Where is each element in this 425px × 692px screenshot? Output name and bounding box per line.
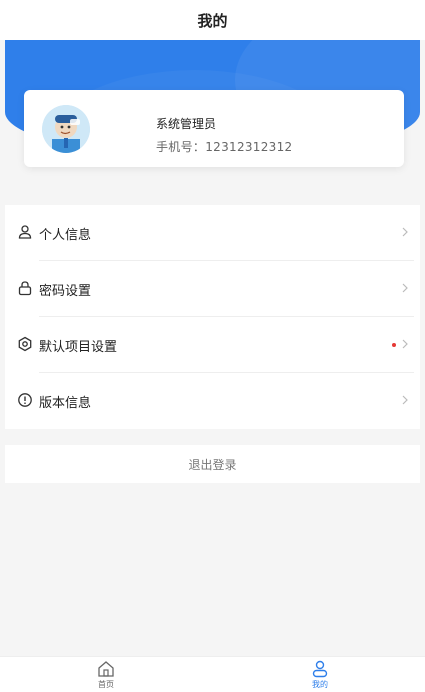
menu-item-default-project[interactable]: 默认项目设置 bbox=[5, 317, 420, 373]
hexagon-settings-icon bbox=[18, 336, 32, 352]
menu-item-label: 版本信息 bbox=[39, 396, 92, 411]
menu-item-label: 密码设置 bbox=[39, 284, 92, 299]
menu-item-label: 个人信息 bbox=[39, 228, 92, 243]
chevron-right-icon bbox=[402, 227, 408, 237]
user-name: 系统管理员 bbox=[156, 117, 217, 131]
menu-item-password[interactable]: 密码设置 bbox=[5, 261, 420, 317]
settings-menu: 个人信息 密码设置 默认项目设置 版本信息 bbox=[5, 205, 420, 429]
chevron-right-icon bbox=[402, 395, 408, 405]
page-title: 我的 bbox=[0, 0, 425, 40]
menu-item-label: 默认项目设置 bbox=[39, 340, 118, 355]
avatar[interactable] bbox=[42, 105, 90, 153]
bottom-tab-bar: 首页 我的 bbox=[0, 656, 425, 692]
info-icon bbox=[18, 393, 32, 407]
notification-dot bbox=[392, 343, 396, 347]
chevron-right-icon bbox=[402, 339, 408, 349]
tab-label: 我的 bbox=[312, 680, 328, 689]
user-phone: 手机号：12312312312 bbox=[156, 140, 293, 154]
menu-item-version-info[interactable]: 版本信息 bbox=[5, 373, 420, 429]
tab-label: 首页 bbox=[98, 680, 114, 689]
menu-item-personal-info[interactable]: 个人信息 bbox=[5, 205, 420, 261]
avatar-illustration-icon bbox=[42, 105, 90, 153]
person-icon bbox=[18, 225, 32, 239]
profile-card[interactable]: 系统管理员 手机号：12312312312 bbox=[24, 90, 404, 167]
tab-mine[interactable]: 我的 bbox=[300, 659, 340, 692]
logout-button[interactable]: 退出登录 bbox=[5, 445, 420, 483]
lock-icon bbox=[18, 281, 32, 296]
home-icon bbox=[98, 661, 114, 677]
chevron-right-icon bbox=[402, 283, 408, 293]
person-icon bbox=[312, 660, 328, 678]
tab-home[interactable]: 首页 bbox=[86, 659, 126, 692]
